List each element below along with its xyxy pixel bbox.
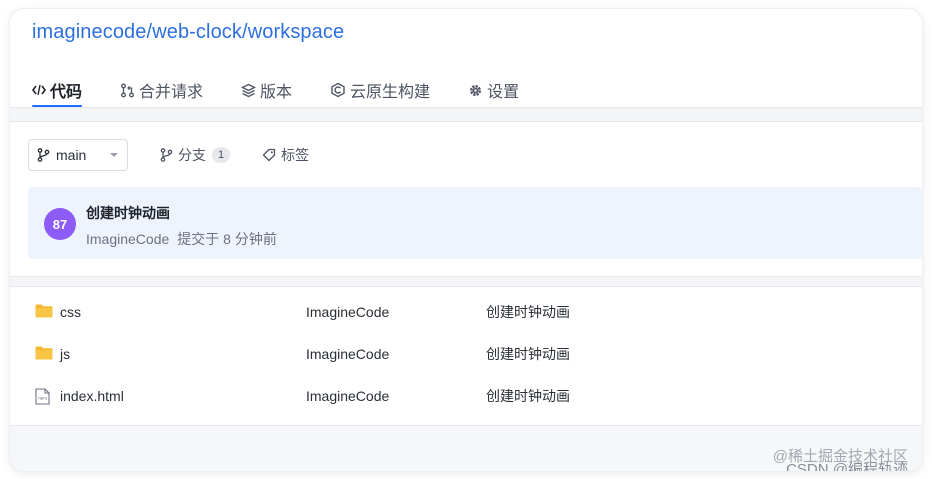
file-name[interactable]: css bbox=[60, 304, 81, 320]
tab-settings[interactable]: 设置 bbox=[468, 75, 519, 105]
file-row[interactable]: html index.html ImagineCode 创建时钟动画 bbox=[10, 375, 922, 417]
code-icon bbox=[32, 83, 46, 97]
file-author: ImagineCode bbox=[306, 304, 390, 320]
repo-header: imaginecode/web-clock/workspace 代码 合并请求 … bbox=[10, 9, 922, 109]
folder-icon bbox=[35, 346, 53, 362]
tab-cloud-build[interactable]: 云原生构建 bbox=[330, 75, 430, 105]
section-gap bbox=[10, 277, 922, 286]
branch-icon bbox=[160, 148, 173, 162]
tab-label: 代码 bbox=[50, 84, 83, 101]
file-commit-message[interactable]: 创建时钟动画 bbox=[486, 302, 570, 322]
folder-icon bbox=[35, 304, 53, 320]
tab-label: 合并请求 bbox=[139, 84, 204, 101]
tab-label: 版本 bbox=[260, 84, 293, 101]
repo-card: imaginecode/web-clock/workspace 代码 合并请求 … bbox=[10, 9, 922, 471]
latest-commit: 87 创建时钟动画 ImagineCode 提交于 8 分钟前 bbox=[28, 187, 922, 259]
avatar[interactable]: 87 bbox=[44, 208, 76, 240]
branch-toolbar: main 分支 1 标签 bbox=[28, 139, 309, 171]
tags-link[interactable]: 标签 bbox=[262, 145, 309, 165]
branches-link[interactable]: 分支 1 bbox=[160, 145, 230, 165]
tab-releases[interactable]: 版本 bbox=[241, 75, 292, 105]
watermark-line: CSDN @编程轨迹 bbox=[786, 461, 908, 472]
tags-label: 标签 bbox=[281, 147, 309, 163]
html-file-icon: html bbox=[35, 388, 53, 405]
chevron-down-icon bbox=[109, 152, 119, 158]
breadcrumb-workspace[interactable]: workspace bbox=[248, 21, 345, 44]
tab-code[interactable]: 代码 bbox=[32, 75, 83, 107]
commit-author[interactable]: ImagineCode bbox=[86, 231, 169, 247]
commit-time: 提交于 8 分钟前 bbox=[177, 231, 277, 247]
repo-tabs: 代码 合并请求 版本 云原生构建 设置 bbox=[32, 75, 557, 107]
file-name[interactable]: js bbox=[60, 346, 70, 362]
divider bbox=[10, 121, 922, 122]
breadcrumb: imaginecode/web-clock/workspace bbox=[32, 21, 344, 44]
tab-label: 设置 bbox=[487, 84, 520, 101]
file-commit-message[interactable]: 创建时钟动画 bbox=[486, 386, 570, 406]
branch-select[interactable]: main bbox=[28, 139, 128, 171]
commit-meta: ImagineCode 提交于 8 分钟前 bbox=[86, 229, 277, 249]
svg-text:html: html bbox=[38, 396, 46, 400]
file-author: ImagineCode bbox=[306, 346, 390, 362]
commit-message[interactable]: 创建时钟动画 bbox=[86, 203, 170, 223]
merge-request-icon bbox=[120, 83, 135, 98]
tab-label: 云原生构建 bbox=[350, 84, 431, 101]
cloud-build-icon bbox=[330, 82, 346, 98]
file-commit-message[interactable]: 创建时钟动画 bbox=[486, 344, 570, 364]
divider bbox=[10, 286, 922, 287]
file-name[interactable]: index.html bbox=[60, 388, 124, 404]
layers-icon bbox=[241, 83, 256, 98]
file-author: ImagineCode bbox=[306, 388, 390, 404]
branch-select-value: main bbox=[56, 147, 87, 163]
file-row[interactable]: js ImagineCode 创建时钟动画 bbox=[10, 333, 922, 375]
breadcrumb-repo[interactable]: web-clock bbox=[152, 21, 242, 44]
breadcrumb-owner[interactable]: imaginecode bbox=[32, 21, 147, 44]
watermark: @稀土掘金技术社区 CSDN @编程轨迹 bbox=[773, 449, 908, 472]
tab-merge-requests[interactable]: 合并请求 bbox=[120, 75, 203, 105]
file-row[interactable]: css ImagineCode 创建时钟动画 bbox=[10, 291, 922, 333]
branches-count-badge: 1 bbox=[212, 147, 230, 163]
section-gap bbox=[10, 108, 922, 121]
branches-label: 分支 bbox=[178, 147, 206, 163]
tag-icon bbox=[262, 148, 276, 162]
branch-icon bbox=[37, 148, 50, 162]
gear-icon bbox=[468, 83, 483, 98]
file-list: css ImagineCode 创建时钟动画 js ImagineCode 创建… bbox=[10, 291, 922, 417]
